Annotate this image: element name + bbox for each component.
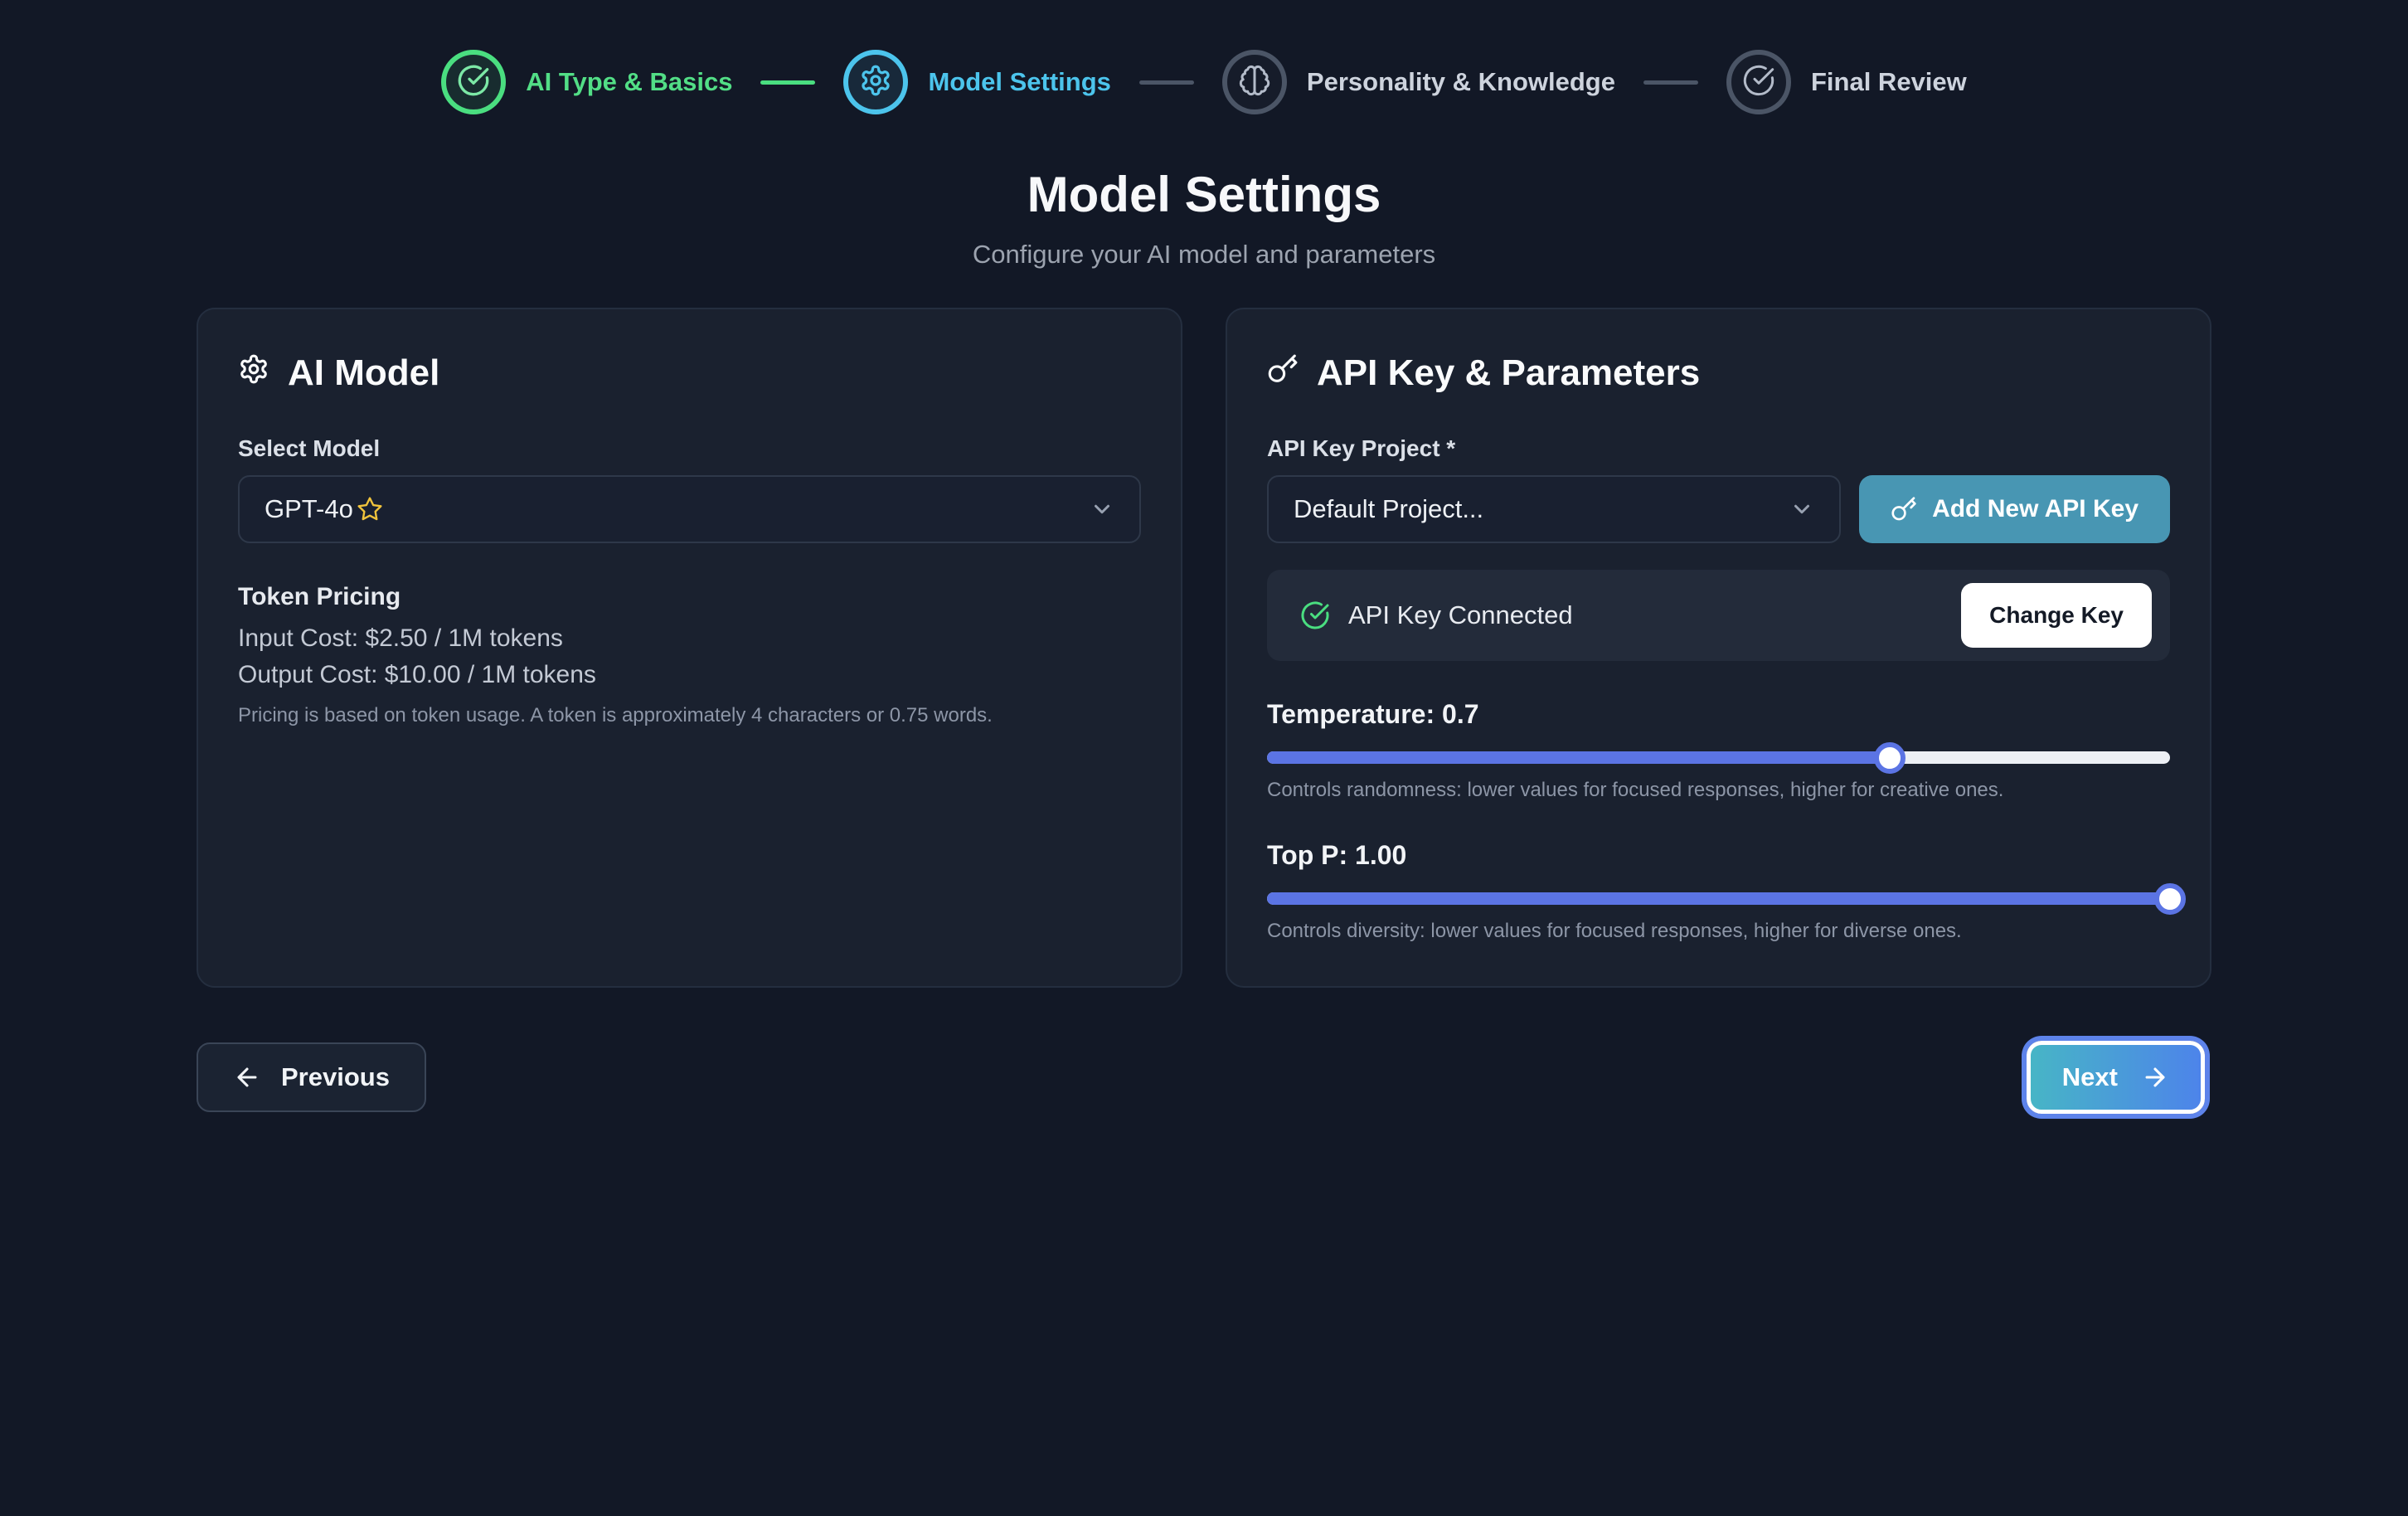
model-select-value: GPT-4o: [265, 494, 353, 524]
previous-button[interactable]: Previous: [197, 1042, 426, 1112]
next-button[interactable]: Next: [2027, 1041, 2205, 1114]
temperature-slider[interactable]: [1267, 751, 2170, 764]
arrow-right-icon: [2141, 1063, 2169, 1091]
next-button-label: Next: [2062, 1062, 2118, 1092]
output-cost-text: Output Cost: $10.00 / 1M tokens: [238, 661, 1141, 689]
stepper-step-final-review[interactable]: Final Review: [1726, 50, 1967, 114]
step-label: AI Type & Basics: [526, 67, 732, 97]
wizard-stepper: AI Type & Basics Model Settings Personal…: [0, 0, 2408, 114]
gear-icon: [859, 64, 892, 101]
temperature-slider-fill: [1267, 751, 1890, 764]
ai-model-card-title-text: AI Model: [288, 352, 439, 394]
top-p-slider-thumb[interactable]: [2154, 883, 2186, 915]
wizard-actions: Previous Next: [197, 1041, 2211, 1114]
check-circle-icon: [457, 64, 490, 101]
step-circle-upcoming: [1222, 50, 1287, 114]
input-cost-text: Input Cost: $2.50 / 1M tokens: [238, 624, 1141, 653]
model-select[interactable]: GPT-4o: [238, 475, 1141, 543]
stepper-connector: [760, 80, 815, 85]
pricing-note: Pricing is based on token usage. A token…: [238, 704, 1141, 727]
select-model-label: Select Model: [238, 435, 1141, 462]
chevron-down-icon: [1789, 497, 1814, 522]
ai-model-card: AI Model Select Model GPT-4o Token Prici…: [197, 308, 1182, 988]
api-card-title-text: API Key & Parameters: [1317, 352, 1700, 394]
previous-button-label: Previous: [281, 1062, 390, 1092]
step-label: Personality & Knowledge: [1307, 67, 1615, 97]
token-pricing-title: Token Pricing: [238, 583, 1141, 611]
step-circle-complete: [441, 50, 506, 114]
temperature-group: Temperature: 0.7 Controls randomness: lo…: [1267, 699, 2170, 802]
key-icon: [1267, 352, 1299, 394]
temperature-help-text: Controls randomness: lower values for fo…: [1267, 779, 2170, 802]
api-key-project-value: Default Project...: [1294, 494, 1483, 524]
ai-model-card-title: AI Model: [238, 352, 1141, 394]
top-p-label: Top P: 1.00: [1267, 840, 2170, 871]
gear-icon: [238, 352, 269, 394]
api-key-status-text: API Key Connected: [1348, 600, 1573, 630]
top-p-help-text: Controls diversity: lower values for foc…: [1267, 920, 2170, 943]
star-icon: [357, 496, 383, 522]
change-key-button[interactable]: Change Key: [1961, 583, 2152, 648]
stepper-connector: [1139, 80, 1194, 85]
stepper-step-ai-type-basics[interactable]: AI Type & Basics: [441, 50, 732, 114]
top-p-group: Top P: 1.00 Controls diversity: lower va…: [1267, 840, 2170, 943]
temperature-label: Temperature: 0.7: [1267, 699, 2170, 730]
stepper-step-model-settings[interactable]: Model Settings: [843, 50, 1110, 114]
temperature-slider-thumb[interactable]: [1874, 742, 1906, 774]
step-circle-upcoming: [1726, 50, 1791, 114]
api-key-parameters-card: API Key & Parameters API Key Project * D…: [1226, 308, 2211, 988]
stepper-step-personality-knowledge[interactable]: Personality & Knowledge: [1222, 50, 1615, 114]
top-p-slider-fill: [1267, 892, 2170, 905]
api-key-project-select[interactable]: Default Project...: [1267, 475, 1841, 543]
api-key-project-label: API Key Project *: [1267, 435, 2170, 462]
key-icon: [1891, 496, 1917, 522]
check-circle-icon: [1300, 600, 1330, 630]
step-label: Final Review: [1811, 67, 1967, 97]
step-label: Model Settings: [928, 67, 1110, 97]
page-title: Model Settings: [0, 166, 2408, 223]
page-subtitle: Configure your AI model and parameters: [0, 240, 2408, 270]
step-circle-active: [843, 50, 908, 114]
add-new-api-key-button[interactable]: Add New API Key: [1859, 475, 2170, 543]
api-key-project-row: Default Project... Add New API Key: [1267, 475, 2170, 543]
api-key-status-bar: API Key Connected Change Key: [1267, 570, 2170, 661]
add-new-api-key-label: Add New API Key: [1932, 495, 2139, 523]
arrow-left-icon: [233, 1063, 261, 1091]
top-p-slider[interactable]: [1267, 892, 2170, 905]
chevron-down-icon: [1090, 497, 1114, 522]
check-circle-icon: [1742, 64, 1775, 101]
stepper-connector: [1643, 80, 1698, 85]
api-card-title: API Key & Parameters: [1267, 352, 2170, 394]
brain-icon: [1238, 64, 1271, 101]
settings-cards: AI Model Select Model GPT-4o Token Prici…: [197, 308, 2211, 988]
